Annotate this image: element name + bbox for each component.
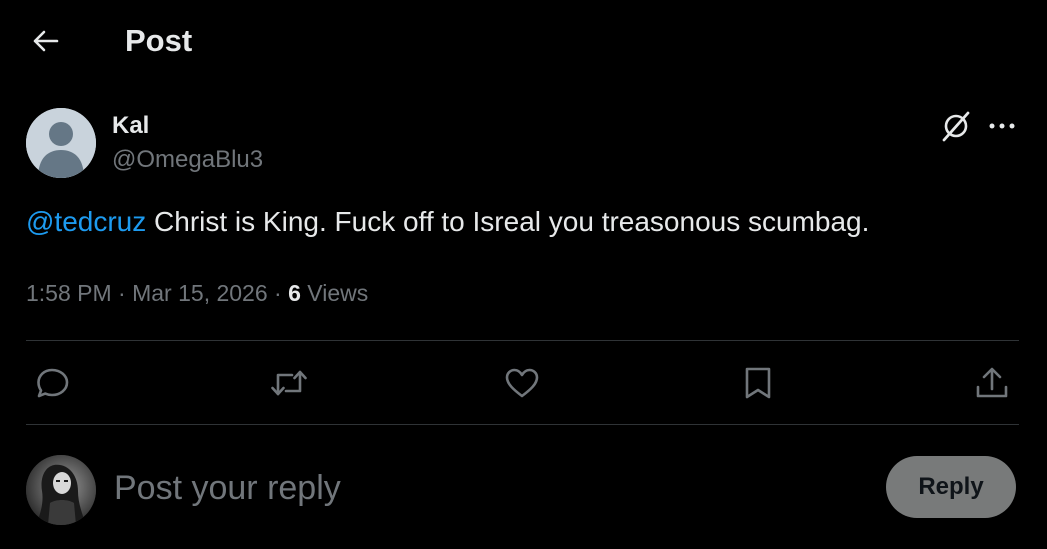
user-avatar-image xyxy=(26,455,96,525)
more-options-button[interactable] xyxy=(982,106,1022,146)
reply-button[interactable] xyxy=(30,360,76,406)
page-title: Post xyxy=(125,23,193,58)
default-avatar-icon xyxy=(26,108,96,178)
author-name[interactable]: Kal xyxy=(112,112,149,140)
bookmark-icon xyxy=(745,367,771,399)
divider xyxy=(26,340,1019,341)
views-label: Views xyxy=(300,280,369,306)
share-button[interactable] xyxy=(969,360,1015,406)
share-icon xyxy=(976,367,1008,398)
post-body: Christ is King. Fuck off to Isreal you t… xyxy=(146,206,870,237)
repost-button[interactable] xyxy=(266,360,312,406)
grok-icon xyxy=(942,111,970,142)
like-button[interactable] xyxy=(499,360,545,406)
divider xyxy=(26,424,1019,425)
reply-input[interactable] xyxy=(114,466,854,510)
post-date[interactable]: Mar 15, 2026 xyxy=(132,280,268,306)
back-button[interactable] xyxy=(26,22,66,60)
arrow-left-icon xyxy=(33,30,59,52)
mention-link[interactable]: @tedcruz xyxy=(26,206,146,237)
reply-submit-button[interactable]: Reply xyxy=(886,456,1016,518)
bookmark-button[interactable] xyxy=(735,360,781,406)
author-handle[interactable]: @OmegaBlu3 xyxy=(112,146,263,174)
heart-icon xyxy=(505,368,539,398)
grok-button[interactable] xyxy=(936,106,976,146)
post-meta: 1:58 PM · Mar 15, 2026 · 6 Views xyxy=(26,278,368,308)
repost-icon xyxy=(271,370,307,396)
author-avatar[interactable] xyxy=(26,108,96,178)
post-text: @tedcruz Christ is King. Fuck off to Isr… xyxy=(26,204,1016,240)
views-count: 6 xyxy=(288,280,301,306)
reply-icon xyxy=(37,368,69,398)
post-time[interactable]: 1:58 PM xyxy=(26,280,112,306)
user-avatar[interactable] xyxy=(26,455,96,525)
meta-separator: · xyxy=(111,280,133,306)
meta-separator: · xyxy=(267,280,289,306)
more-horizontal-icon xyxy=(989,123,1015,129)
